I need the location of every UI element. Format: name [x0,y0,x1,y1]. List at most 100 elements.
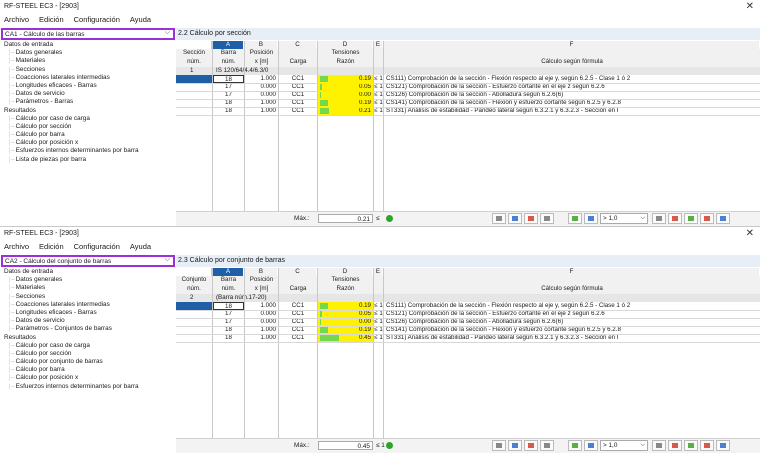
graph-icon[interactable] [508,440,522,451]
column-header-d[interactable]: D [318,268,373,276]
column-header-c[interactable]: C [279,268,317,276]
column-header-d[interactable]: D [318,41,373,49]
menu-configuracion[interactable]: Configuración [74,241,120,253]
tree-item[interactable]: Secciones [1,66,175,74]
view-icon[interactable] [540,440,554,451]
table-icon[interactable] [584,440,598,451]
menu-archivo[interactable]: Archivo [4,241,29,253]
column-header-f[interactable]: F [384,41,760,49]
tree-group[interactable]: Datos de entrada [1,268,175,276]
tree-item[interactable]: Longitudes eficaces - Barras [1,82,175,90]
tree-item[interactable]: Cálculo por conjunto de barras [1,358,175,366]
filter-icon[interactable] [568,213,582,224]
case-selector[interactable]: CA2 - Cálculo del conjunto de barras ⌵ [1,255,175,267]
tree-group[interactable]: Datos de entrada [1,41,175,49]
case-selector[interactable]: CA1 - Cálculo de las barras ⌵ [1,28,175,40]
table-icon[interactable] [584,213,598,224]
group-row[interactable]: 2 (Barra núm.17-20) [176,294,760,302]
column-header-a[interactable]: A [213,41,244,49]
row-selector[interactable] [176,91,212,99]
row-selector[interactable] [176,334,212,342]
row-selector[interactable] [176,310,212,318]
table-row[interactable]: 18 1.000 CC1 0.19 ≤ 1 CS141) Comprobació… [176,326,760,334]
close-icon[interactable]: ✕ [746,228,754,239]
table-row[interactable]: 17 0.000 CC1 0.05 ≤ 1 CS121) Comprobació… [176,83,760,91]
column-header-b[interactable]: B [245,41,278,49]
tree-item[interactable]: Cálculo por posición x [1,139,175,147]
row-selector[interactable] [176,83,212,91]
table-row[interactable]: 18 1.000 CC1 0.21 ≤ 1 ST331) Análisis de… [176,107,760,115]
tree-item[interactable]: Materiales [1,284,175,292]
excel-export-icon[interactable] [684,440,698,451]
section-icon[interactable] [524,213,538,224]
tree-item[interactable]: Cálculo por sección [1,350,175,358]
relation-icon[interactable] [652,440,666,451]
menu-ayuda[interactable]: Ayuda [130,14,151,26]
column-header-e[interactable]: E [374,268,383,276]
filter-icon[interactable] [568,440,582,451]
tree-item[interactable]: Datos de servicio [1,317,175,325]
tree-item[interactable]: Parámetros - Conjuntos de barras [1,325,175,333]
tree-item[interactable]: Cálculo por sección [1,123,175,131]
group-row[interactable]: 1 IS 120/64/4.4/6.3/0 [176,67,760,75]
tree-item[interactable]: Lista de piezas por barra [1,156,175,164]
tree-item[interactable]: Datos generales [1,49,175,57]
section-icon[interactable] [524,440,538,451]
tree-item[interactable]: Cálculo por caso de carga [1,115,175,123]
tree-group[interactable]: Resultados [1,107,175,115]
column-header-a[interactable]: A [213,268,244,276]
color-scale-icon[interactable] [668,213,682,224]
tree-item[interactable]: Esfuerzos internos determinantes por bar… [1,383,175,391]
graph-icon[interactable] [508,213,522,224]
table-row[interactable]: 18 1.000 CC1 0.45 ≤ 1 ST331) Análisis de… [176,334,760,342]
ratio-filter-select[interactable]: > 1,0 ⌵ [600,213,648,224]
tree-item[interactable]: Esfuerzos internos determinantes por bar… [1,147,175,155]
tree-item[interactable]: Datos de servicio [1,90,175,98]
table-row[interactable]: 18 1.000 CC1 0.19 ≤ 1 CS111) Comprobació… [176,302,760,310]
view-icon[interactable] [540,213,554,224]
tree-item[interactable]: Cálculo por barra [1,131,175,139]
column-header-c[interactable]: C [279,41,317,49]
column-header-e[interactable]: E [374,41,383,49]
select-icon[interactable] [700,213,714,224]
tree-item[interactable]: Longitudes eficaces - Barras [1,309,175,317]
tree-group[interactable]: Resultados [1,334,175,342]
table-row[interactable]: 17 0.000 CC1 0.00 ≤ 1 CS126) Comprobació… [176,91,760,99]
tree-item[interactable]: Coacciones laterales intermedias [1,74,175,82]
row-selector[interactable] [176,326,212,334]
tree-item[interactable]: Cálculo por posición x [1,374,175,382]
tree-item[interactable]: Materiales [1,57,175,65]
tree-item[interactable]: Datos generales [1,276,175,284]
column-header-b[interactable]: B [245,268,278,276]
menu-archivo[interactable]: Archivo [4,14,29,26]
select-icon[interactable] [700,440,714,451]
menu-edicion[interactable]: Edición [39,241,64,253]
close-icon[interactable]: ✕ [746,1,754,12]
eye-icon[interactable] [716,213,730,224]
table-row[interactable]: 18 1.000 CC1 0.19 ≤ 1 CS111) Comprobació… [176,75,760,83]
row-selector[interactable] [176,75,212,83]
menu-ayuda[interactable]: Ayuda [130,241,151,253]
tree-item[interactable]: Parámetros - Barras [1,98,175,106]
menu-edicion[interactable]: Edición [39,14,64,26]
row-selector[interactable] [176,107,212,115]
color-scale-icon[interactable] [668,440,682,451]
relation-icon[interactable] [652,213,666,224]
row-selector[interactable] [176,302,212,310]
column-header-f[interactable]: F [384,268,760,276]
eye-icon[interactable] [716,440,730,451]
menu-configuracion[interactable]: Configuración [74,14,120,26]
row-selector[interactable] [176,318,212,326]
table-row[interactable]: 18 1.000 CC1 0.19 ≤ 1 CS141) Comprobació… [176,99,760,107]
tree-item[interactable]: Cálculo por caso de carga [1,342,175,350]
pin-icon[interactable] [492,440,506,451]
tree-item[interactable]: Coacciones laterales intermedias [1,301,175,309]
table-row[interactable]: 17 0.000 CC1 0.00 ≤ 1 CS126) Comprobació… [176,318,760,326]
excel-export-icon[interactable] [684,213,698,224]
tree-item[interactable]: Cálculo por barra [1,366,175,374]
pin-icon[interactable] [492,213,506,224]
ratio-filter-select[interactable]: > 1,0 ⌵ [600,440,648,451]
table-row[interactable]: 17 0.000 CC1 0.05 ≤ 1 CS121) Comprobació… [176,310,760,318]
row-selector[interactable] [176,99,212,107]
tree-item[interactable]: Secciones [1,293,175,301]
